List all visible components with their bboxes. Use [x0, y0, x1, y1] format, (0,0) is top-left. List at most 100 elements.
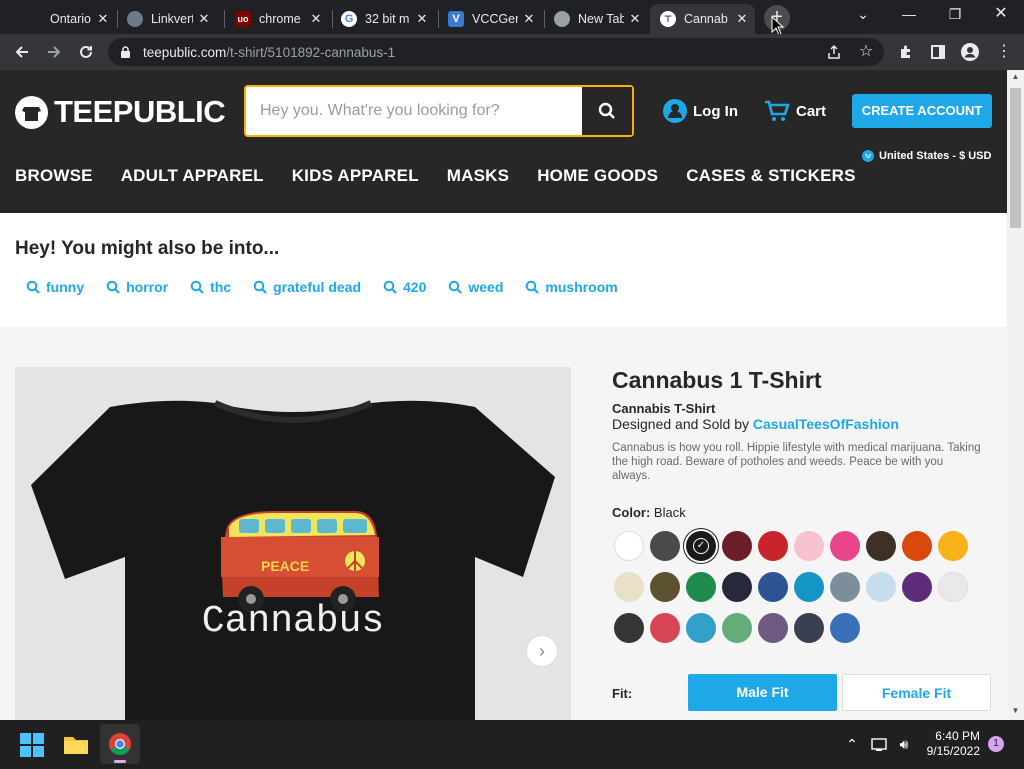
color-label-row: Color: Black	[612, 505, 686, 520]
notification-badge[interactable]: 1	[988, 736, 1004, 752]
color-swatch[interactable]	[830, 531, 860, 561]
scroll-down-icon[interactable]: ▼	[1010, 706, 1021, 716]
color-swatch[interactable]	[722, 572, 752, 602]
color-swatch[interactable]	[614, 572, 644, 602]
tag-chip[interactable]: thc	[190, 279, 231, 295]
color-swatch[interactable]	[614, 613, 644, 643]
related-tags-section: Hey! You might also be into... funny hor…	[0, 213, 1007, 327]
female-fit-button[interactable]: Female Fit	[842, 674, 991, 711]
chrome-taskbar-icon[interactable]	[100, 724, 140, 764]
tag-chip[interactable]: 420	[383, 279, 426, 295]
cart-link[interactable]: Cart	[764, 99, 826, 123]
color-swatch[interactable]: ✓	[686, 531, 716, 561]
product-description: Cannabus is how you roll. Hippie lifesty…	[612, 442, 981, 482]
color-swatch[interactable]	[758, 572, 788, 602]
scrollbar-thumb[interactable]	[1010, 88, 1021, 228]
designer-link[interactable]: CasualTeesOfFashion	[753, 416, 899, 432]
nav-item-kids-apparel[interactable]: KIDS APPAREL	[292, 166, 419, 186]
color-swatch[interactable]	[686, 613, 716, 643]
scroll-up-icon[interactable]: ▲	[1010, 72, 1021, 82]
volume-icon[interactable]: 🔊︎	[894, 728, 914, 760]
color-swatch[interactable]	[938, 572, 968, 602]
reload-icon[interactable]	[72, 38, 100, 66]
color-swatch[interactable]	[722, 531, 752, 561]
system-clock[interactable]: 6:40 PM 9/15/2022	[918, 729, 980, 759]
browser-tab-1[interactable]: Linkvert ✕	[117, 4, 217, 34]
close-icon[interactable]: ✕	[415, 11, 429, 27]
forward-icon[interactable]	[40, 38, 68, 66]
menu-icon[interactable]: ⋮	[990, 38, 1018, 66]
browser-tab-5[interactable]: New Tab ✕	[544, 4, 648, 34]
browser-tab-2[interactable]: uo chrome ✕	[225, 4, 329, 34]
tab-title: 32 bit m	[365, 12, 410, 26]
create-account-button[interactable]: CREATE ACCOUNT	[852, 94, 992, 128]
product-image: PEACE Cannabus	[15, 367, 571, 720]
close-icon[interactable]: ✕	[96, 11, 110, 27]
color-swatch[interactable]	[866, 572, 896, 602]
close-icon[interactable]: ✕	[628, 11, 642, 27]
back-icon[interactable]	[8, 38, 36, 66]
color-swatch[interactable]	[830, 613, 860, 643]
browser-tab-4[interactable]: V VCCGen ✕	[438, 4, 542, 34]
color-swatch[interactable]	[938, 531, 968, 561]
color-swatch[interactable]	[830, 572, 860, 602]
color-swatch[interactable]	[902, 572, 932, 602]
color-swatch[interactable]	[794, 613, 824, 643]
tag-chip[interactable]: grateful dead	[253, 279, 361, 295]
product-section: PEACE Cannabus › Cannabus 1 T-Shirt Cann…	[0, 327, 1007, 720]
extensions-icon[interactable]	[892, 38, 920, 66]
side-panel-icon[interactable]	[924, 38, 952, 66]
user-icon	[663, 99, 687, 123]
nav-item-browse[interactable]: BROWSE	[15, 166, 93, 186]
male-fit-button[interactable]: Male Fit	[688, 674, 837, 711]
search-icon	[253, 280, 267, 294]
globe-icon	[862, 150, 874, 162]
nav-item-masks[interactable]: MASKS	[447, 166, 509, 186]
search-button[interactable]	[582, 87, 632, 135]
login-link[interactable]: Log In	[663, 99, 738, 123]
close-icon[interactable]: ✕	[735, 11, 749, 27]
address-bar[interactable]: teepublic.com/t-shirt/5101892-cannabus-1	[108, 38, 884, 66]
color-swatch[interactable]	[722, 613, 752, 643]
file-explorer-icon[interactable]	[60, 728, 92, 760]
color-swatch[interactable]	[650, 613, 680, 643]
minimize-icon[interactable]: —	[886, 0, 932, 30]
color-swatch[interactable]	[686, 572, 716, 602]
tag-chip[interactable]: horror	[106, 279, 168, 295]
search-icon	[598, 102, 615, 119]
network-icon[interactable]	[870, 728, 890, 760]
close-icon[interactable]: ✕	[197, 11, 211, 27]
color-swatch[interactable]	[866, 531, 896, 561]
tag-chip[interactable]: mushroom	[525, 279, 618, 295]
close-icon[interactable]: ✕	[522, 11, 536, 27]
share-icon[interactable]	[820, 38, 848, 66]
nav-item-adult-apparel[interactable]: ADULT APPAREL	[121, 166, 264, 186]
windows-start-icon[interactable]	[16, 728, 48, 760]
color-swatch[interactable]	[758, 613, 788, 643]
locale-selector[interactable]: United States - $ USD	[862, 150, 991, 162]
browser-tab-0[interactable]: Ontario ✕	[16, 4, 116, 34]
tag-chip[interactable]: funny	[26, 279, 84, 295]
color-swatch[interactable]	[794, 531, 824, 561]
color-swatch[interactable]	[650, 531, 680, 561]
color-swatch[interactable]	[650, 572, 680, 602]
nav-item-cases-stickers[interactable]: CASES & STICKERS	[686, 166, 855, 186]
teepublic-logo[interactable]: TEEPUBLIC	[15, 94, 226, 130]
profile-icon[interactable]	[956, 38, 984, 66]
close-window-icon[interactable]: ✕	[978, 0, 1024, 30]
bookmark-star-icon[interactable]: ☆	[852, 38, 880, 66]
color-swatch[interactable]	[758, 531, 788, 561]
next-image-button[interactable]: ›	[526, 635, 558, 667]
nav-item-home-goods[interactable]: HOME GOODS	[537, 166, 658, 186]
tab-search-icon[interactable]: ⌄	[840, 0, 886, 30]
color-swatch[interactable]	[902, 531, 932, 561]
color-swatch[interactable]	[614, 531, 644, 561]
close-icon[interactable]: ✕	[309, 11, 323, 27]
restore-icon[interactable]: ❐	[932, 0, 978, 30]
tag-chip[interactable]: weed	[448, 279, 503, 295]
browser-tab-active[interactable]: ⊤ Cannab ✕	[650, 4, 755, 34]
search-input[interactable]	[246, 87, 582, 135]
show-hidden-icons-icon[interactable]: ⌃	[842, 728, 862, 760]
color-swatch[interactable]	[794, 572, 824, 602]
browser-tab-3[interactable]: G 32 bit m ✕	[331, 4, 435, 34]
